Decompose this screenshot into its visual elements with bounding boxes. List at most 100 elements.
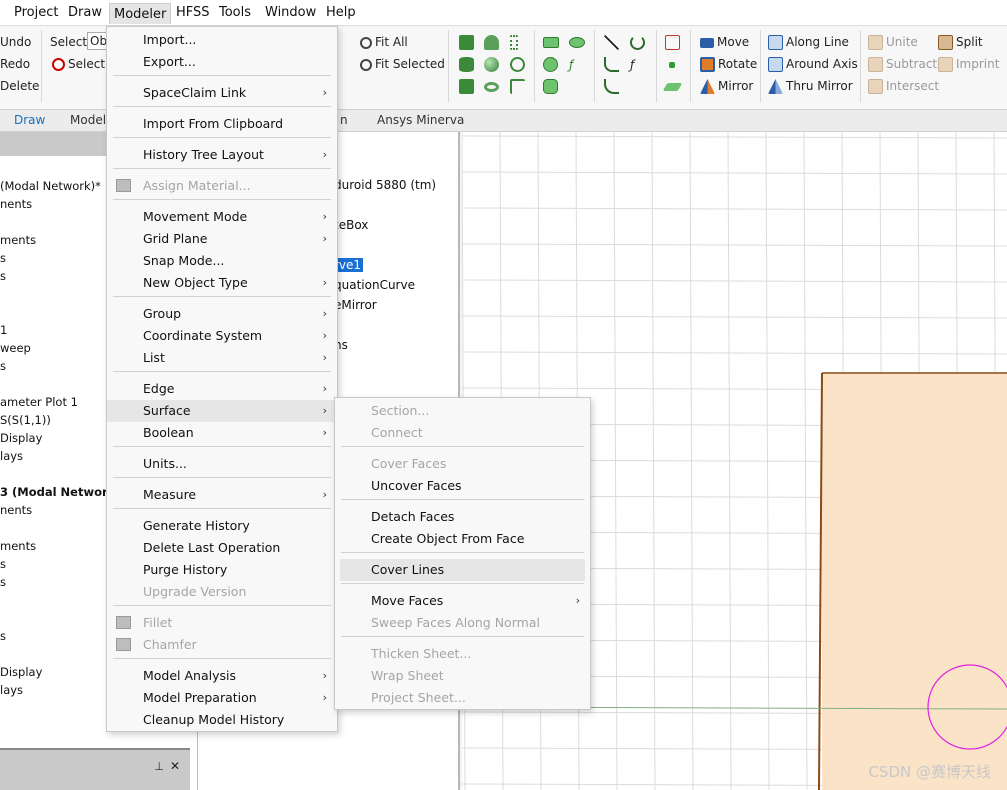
modeler-menu-item[interactable]: Import From Clipboard [107, 113, 337, 135]
surface-menu-item[interactable]: Cover Lines [340, 559, 585, 581]
helix-icon[interactable] [510, 34, 521, 50]
modeler-menu-item[interactable]: Export... [107, 51, 337, 73]
tree-item[interactable]: ameter Plot 1 [0, 395, 78, 409]
redo-button[interactable]: Redo [0, 56, 30, 72]
modeler-menu-item[interactable]: Surface › [107, 400, 337, 422]
tree-item[interactable]: s [0, 269, 6, 283]
arc-icon[interactable] [630, 34, 648, 50]
tree-item[interactable]: Display [0, 665, 42, 679]
cylinder-icon[interactable] [459, 56, 477, 72]
around-axis-button[interactable]: Around Axis [768, 56, 858, 72]
select-button[interactable]: Select [52, 56, 105, 72]
modeler-menu-item[interactable]: History Tree Layout › [107, 144, 337, 166]
modeler-menu-item[interactable]: Import... [107, 29, 337, 51]
intersect-button[interactable]: Intersect [868, 78, 939, 94]
modeler-menu-item[interactable]: Grid Plane › [107, 228, 337, 250]
spline-icon[interactable] [604, 56, 622, 72]
surface-menu-item[interactable]: Uncover Faces [335, 475, 590, 497]
tree-item[interactable]: s [0, 359, 6, 373]
modeler-menu-item[interactable]: List › [107, 347, 337, 369]
modeler-menu-item[interactable]: Movement Mode › [107, 206, 337, 228]
plane-icon[interactable] [662, 78, 683, 94]
region-icon[interactable] [665, 34, 683, 50]
tree-item-equationcurve[interactable]: quationCurve [334, 278, 415, 292]
tree-item-createbox[interactable]: teBox [334, 218, 368, 232]
pin-icon[interactable]: ⊥ [154, 760, 164, 773]
modeler-menu-item[interactable]: Generate History [107, 515, 337, 537]
fit-selected-button[interactable]: Fit Selected [360, 56, 445, 72]
tab-model[interactable]: Model [70, 113, 106, 127]
modeler-menu-item[interactable]: Units... [107, 453, 337, 475]
polygon-icon[interactable] [543, 78, 561, 94]
equation-curve-icon[interactable]: ƒ [630, 56, 648, 72]
undo-button[interactable]: Undo [0, 34, 31, 50]
tree-item[interactable]: Display [0, 431, 42, 445]
subtract-button[interactable]: Subtract [868, 56, 937, 72]
move-button[interactable]: Move [700, 34, 749, 50]
point-icon[interactable] [665, 56, 678, 72]
menu-help[interactable]: Help [326, 5, 356, 20]
modeler-menu-item[interactable]: Edge › [107, 378, 337, 400]
modeler-menu-item[interactable]: SpaceClaim Link › [107, 82, 337, 104]
menu-project[interactable]: Project [14, 5, 58, 20]
tree-item[interactable]: ments [0, 539, 36, 553]
surface-menu-item[interactable]: Move Faces › [335, 590, 590, 612]
menu-window[interactable]: Window [265, 5, 316, 20]
tree-item-mirror[interactable]: eMirror [334, 298, 377, 312]
menu-tools[interactable]: Tools [219, 5, 251, 20]
delete-button[interactable]: Delete [0, 78, 39, 94]
cone-icon[interactable] [484, 34, 502, 50]
modeler-menu-item[interactable]: New Object Type › [107, 272, 337, 294]
modeler-menu-item[interactable]: Delete Last Operation [107, 537, 337, 559]
tree-item[interactable]: weep [0, 341, 31, 355]
imprint-button[interactable]: Imprint [938, 56, 999, 72]
polyline-icon[interactable] [604, 78, 622, 94]
menu-modeler[interactable]: Modeler [109, 3, 172, 24]
bondwire-icon[interactable] [510, 78, 528, 94]
fit-all-button[interactable]: Fit All [360, 34, 408, 50]
modeler-menu-item[interactable]: Purge History [107, 559, 337, 581]
along-line-button[interactable]: Along Line [768, 34, 849, 50]
tree-item[interactable]: nents [0, 503, 32, 517]
mirror-button[interactable]: Mirror [700, 78, 753, 94]
spiral-icon[interactable] [510, 56, 528, 72]
tab-ansys-minerva[interactable]: Ansys Minerva [377, 113, 464, 127]
rectangle-icon[interactable] [543, 34, 562, 50]
unite-button[interactable]: Unite [868, 34, 918, 50]
ellipse-icon[interactable] [569, 34, 588, 50]
tree-item[interactable]: lays [0, 683, 23, 697]
tree-item[interactable]: nents [0, 197, 32, 211]
tab-partial[interactable]: n [340, 113, 348, 127]
modeler-menu-item[interactable]: Coordinate System › [107, 325, 337, 347]
circle-icon[interactable] [543, 56, 561, 72]
tree-item[interactable]: ments [0, 233, 36, 247]
modeler-menu-item[interactable]: Model Preparation › [107, 687, 337, 709]
tree-item[interactable]: s [0, 557, 6, 571]
menu-draw[interactable]: Draw [68, 5, 102, 20]
sphere-icon[interactable] [484, 56, 502, 72]
surface-menu-item[interactable]: Detach Faces [335, 506, 590, 528]
line-icon[interactable] [604, 34, 622, 50]
surface-menu-item[interactable]: Create Object From Face [335, 528, 590, 550]
rotate-button[interactable]: Rotate [700, 56, 757, 72]
tree-item[interactable]: s [0, 629, 6, 643]
tree-item[interactable]: s [0, 575, 6, 589]
tree-item-material[interactable]: duroid 5880 (tm) [334, 178, 436, 192]
tab-draw[interactable]: Draw [14, 113, 45, 127]
modeler-menu-item[interactable]: Measure › [107, 484, 337, 506]
box-icon[interactable] [459, 34, 477, 50]
modeler-menu-item[interactable]: Cleanup Model History [107, 709, 337, 731]
torus-icon[interactable] [484, 78, 502, 94]
tree-item[interactable]: S(S(1,1)) [0, 413, 51, 427]
polyhedron-icon[interactable] [459, 78, 477, 94]
tree-item[interactable]: (Modal Network)* [0, 179, 101, 193]
modeler-menu-item[interactable]: Model Analysis › [107, 665, 337, 687]
tree-item[interactable]: 1 [0, 323, 7, 337]
menu-hfss[interactable]: HFSS [176, 5, 210, 20]
modeler-menu-item[interactable]: Group › [107, 303, 337, 325]
split-button[interactable]: Split [938, 34, 983, 50]
modeler-menu-item[interactable]: Boolean › [107, 422, 337, 444]
thru-mirror-button[interactable]: Thru Mirror [768, 78, 853, 94]
equation-surface-icon[interactable]: ƒ [569, 56, 587, 72]
tree-item[interactable]: s [0, 251, 6, 265]
